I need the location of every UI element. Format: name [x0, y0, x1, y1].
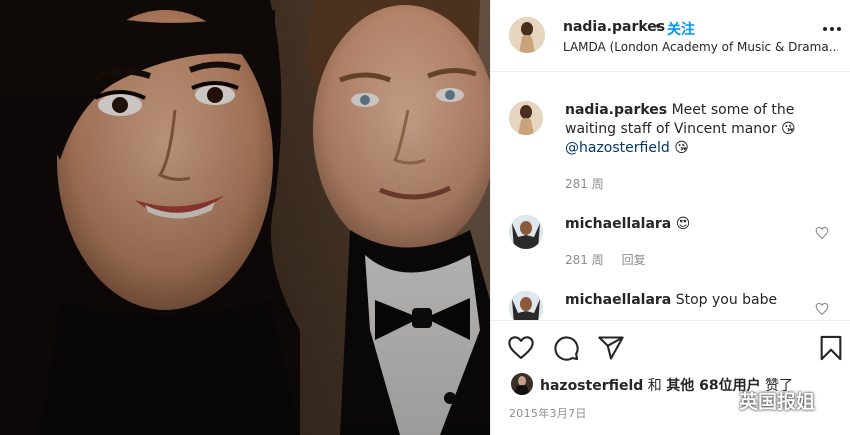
kiss-emoji: 😘 [674, 140, 689, 156]
comments-section[interactable]: nadia.parkes Meet some of the waiting st… [491, 73, 850, 320]
comment-meta: 281 周 回复 [565, 251, 660, 268]
follow-button[interactable]: 关注 [667, 19, 695, 39]
author-username[interactable]: nadia.parkes [563, 19, 665, 35]
section-divider [491, 320, 850, 321]
watermark-text: 英国报姐 [739, 391, 816, 413]
likes-connector: 和 [647, 378, 662, 394]
action-bar [491, 330, 850, 366]
post-detail-panel: nadia.parkes • 关注 LAMDA (London Academy … [490, 0, 850, 435]
comment-author[interactable]: michaellalara [565, 292, 671, 308]
comment-time[interactable]: 281 周 [565, 253, 604, 267]
more-options-icon[interactable] [821, 18, 843, 40]
comment-author[interactable]: michaellalara [565, 216, 671, 232]
commenter-avatar[interactable] [509, 215, 543, 249]
caption-meta: 281 周 [565, 175, 618, 192]
comment-icon[interactable] [552, 334, 580, 362]
heart-eyes-emoji: 😍 [675, 216, 691, 232]
watermark: 英国报姐 [705, 385, 845, 415]
heart-icon[interactable] [507, 334, 535, 362]
caption-author[interactable]: nadia.parkes [565, 102, 667, 118]
commenter-avatar[interactable] [509, 291, 543, 320]
kiss-emoji: 😘 [780, 121, 796, 137]
comment-like-heart-icon[interactable] [815, 226, 829, 240]
comment-message: Stop you babe [675, 292, 778, 308]
separator-dot: • [654, 19, 663, 35]
caption-author-avatar[interactable] [509, 101, 543, 135]
mention-link[interactable]: @hazosterfield [565, 140, 670, 156]
post-location[interactable]: LAMDA (London Academy of Music & Drama..… [563, 40, 838, 54]
caption-time[interactable]: 281 周 [565, 177, 604, 191]
reply-button[interactable]: 回复 [622, 253, 646, 267]
share-icon[interactable] [597, 334, 625, 362]
selfie-photo [0, 0, 490, 435]
wechat-logo-icon [705, 389, 734, 411]
caption-text: nadia.parkes Meet some of the waiting st… [565, 101, 815, 158]
post-header: nadia.parkes • 关注 LAMDA (London Academy … [491, 0, 850, 72]
comment-like-heart-icon[interactable] [815, 302, 829, 316]
post-date[interactable]: 2015年3月7日 [509, 405, 587, 421]
bookmark-icon[interactable] [817, 334, 845, 362]
liker-avatar[interactable] [511, 373, 533, 395]
author-avatar[interactable] [509, 17, 545, 53]
comment-text: michaellalara Stop you babe [565, 291, 815, 310]
post-photo[interactable] [0, 0, 490, 435]
comment-text: michaellalara 😍 [565, 215, 815, 234]
liker-username[interactable]: hazosterfield [540, 378, 643, 394]
